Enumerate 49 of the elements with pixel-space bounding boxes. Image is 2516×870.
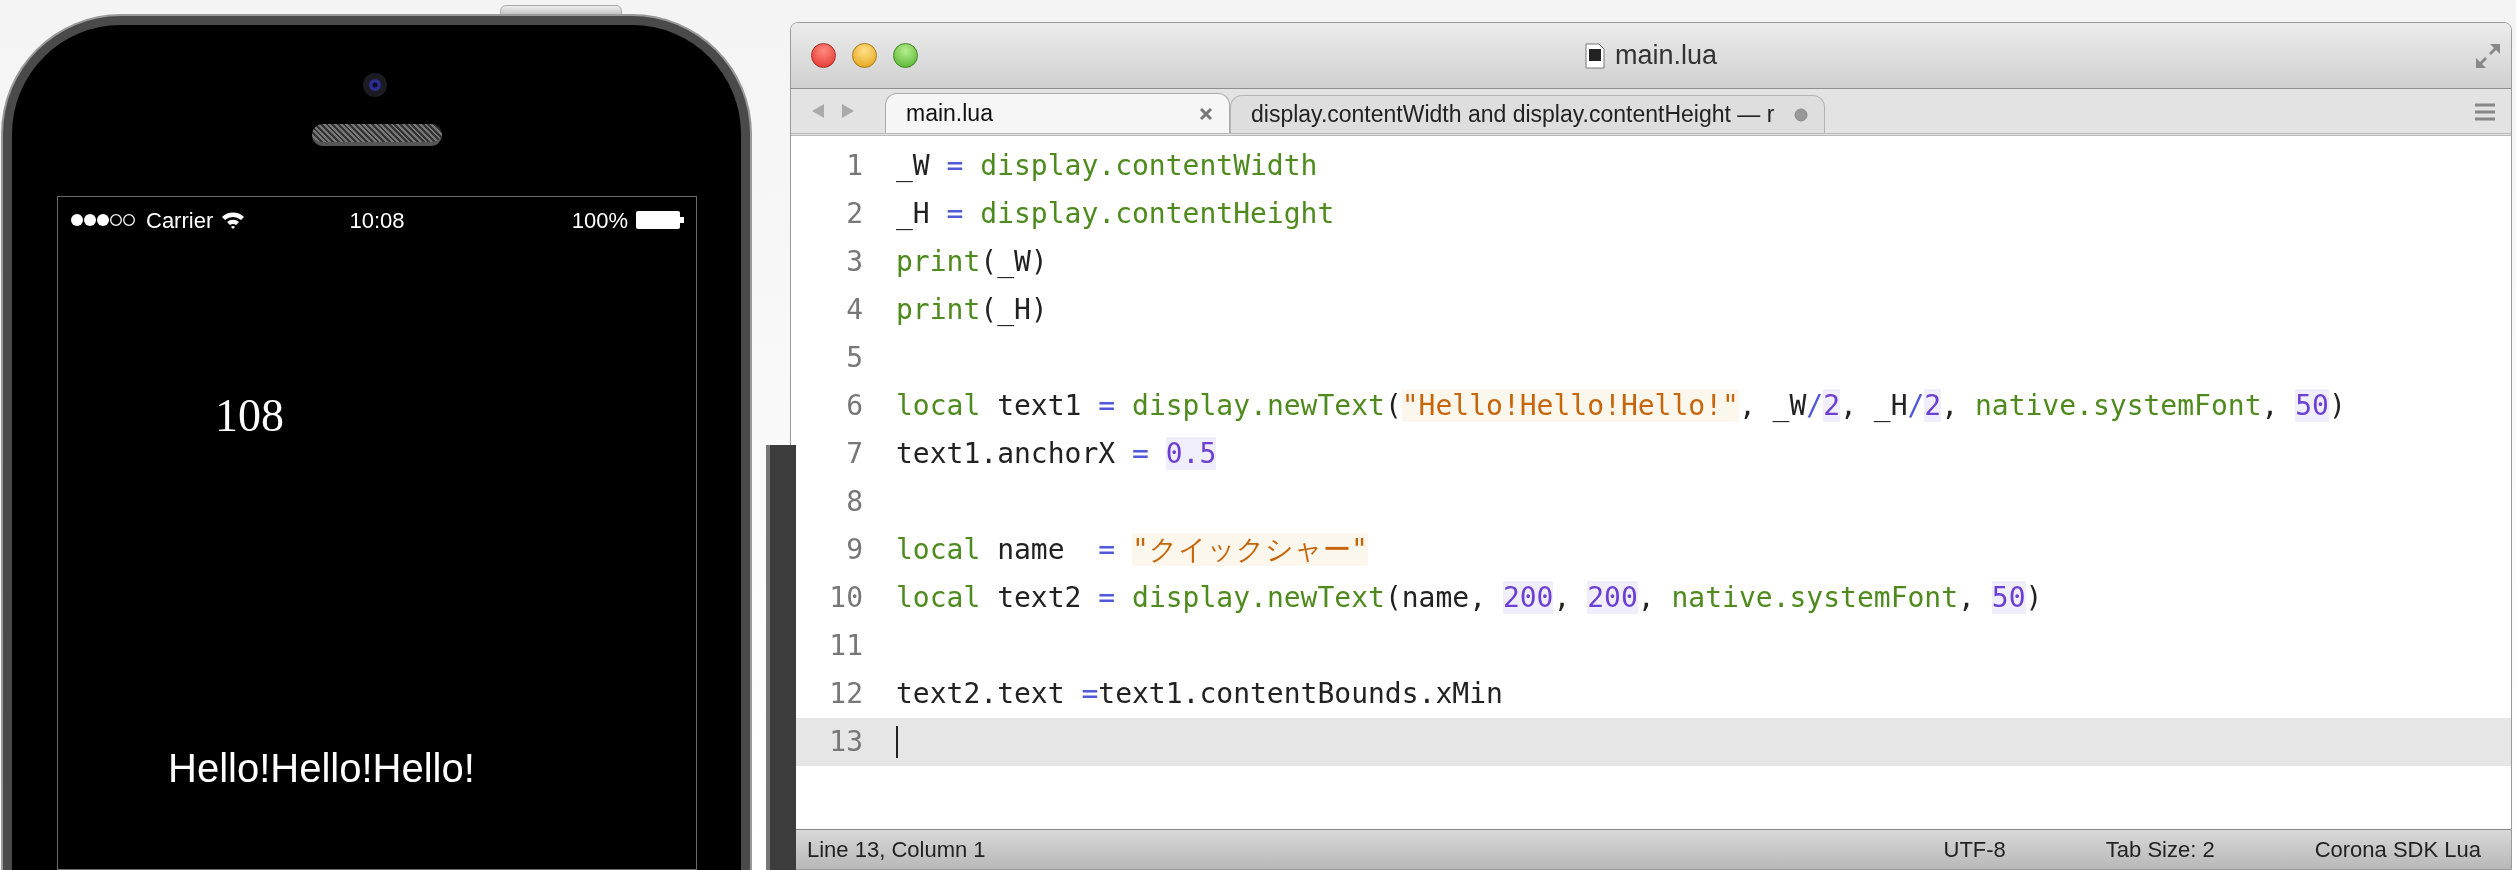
code-line: local text2 = display.newText(name, 200, 200, native.systemFont, 50): [896, 580, 2043, 616]
code-line: _W = display.contentWidth: [896, 148, 1318, 184]
tab[interactable]: main.lua: [885, 93, 1230, 133]
close-button[interactable]: [811, 43, 836, 68]
fullscreen-icon[interactable]: [2473, 41, 2503, 71]
hello-label: Hello!Hello!Hello!: [168, 746, 475, 790]
close-icon[interactable]: [1199, 106, 1213, 121]
signal-icon: [70, 213, 138, 227]
code-line: text2.text =text1.contentBounds.xMin: [896, 676, 1503, 712]
line-number: 9: [845, 532, 863, 568]
code-line: local text1 = display.newText("Hello!Hello!Hello!", _W/2, _H/2, native.systemFont, 50): [896, 388, 2346, 424]
code-line: print(_W): [896, 244, 1048, 280]
cursor-position: Line 13, Column 1: [807, 836, 986, 864]
status-item[interactable]: Corona SDK Lua: [2314, 833, 2481, 866]
file-icon: [1584, 42, 1605, 69]
code-line: _H = display.contentHeight: [896, 196, 1335, 232]
line-number: 5: [845, 340, 863, 376]
battery-label: 100%: [571, 206, 628, 235]
line-number: 8: [845, 484, 863, 520]
menu-icon[interactable]: [2475, 103, 2495, 121]
number-label: 108: [215, 390, 284, 441]
code-line: print(_H): [896, 292, 1048, 328]
zoom-button[interactable]: [893, 43, 918, 68]
line-number: 6: [845, 388, 863, 424]
status-item[interactable]: Tab Size: 2: [2105, 833, 2215, 866]
line-number: 11: [828, 628, 863, 664]
line-number: 1: [845, 148, 863, 184]
line-number: 2: [845, 196, 863, 232]
line-number: 12: [828, 676, 863, 712]
window-title: main.lua: [1614, 39, 1718, 73]
tab[interactable]: display.contentWidth and display.contentHeight — r: [1230, 95, 1826, 133]
code-line: local name = "クイックシャー": [896, 532, 1368, 568]
time-label: 10:08: [349, 206, 405, 235]
unsaved-dot-icon: [1794, 107, 1809, 122]
camera-icon: [362, 72, 388, 98]
text-cursor: [896, 726, 898, 758]
line-number: 7: [845, 436, 863, 472]
back-arrow-icon[interactable]: [811, 103, 825, 119]
carrier-label: Carrier: [146, 206, 214, 235]
line-number: 10: [828, 580, 863, 616]
battery-icon: [636, 210, 684, 230]
minimize-button[interactable]: [852, 43, 877, 68]
forward-arrow-icon[interactable]: [841, 103, 855, 119]
line-number: 3: [845, 244, 863, 280]
wifi-icon: [221, 211, 246, 229]
status-item[interactable]: UTF-8: [1943, 833, 2006, 866]
line-number: 4: [845, 292, 863, 328]
line-number: 13: [828, 724, 863, 760]
code-line: text1.anchorX = 0.5: [896, 436, 1217, 472]
